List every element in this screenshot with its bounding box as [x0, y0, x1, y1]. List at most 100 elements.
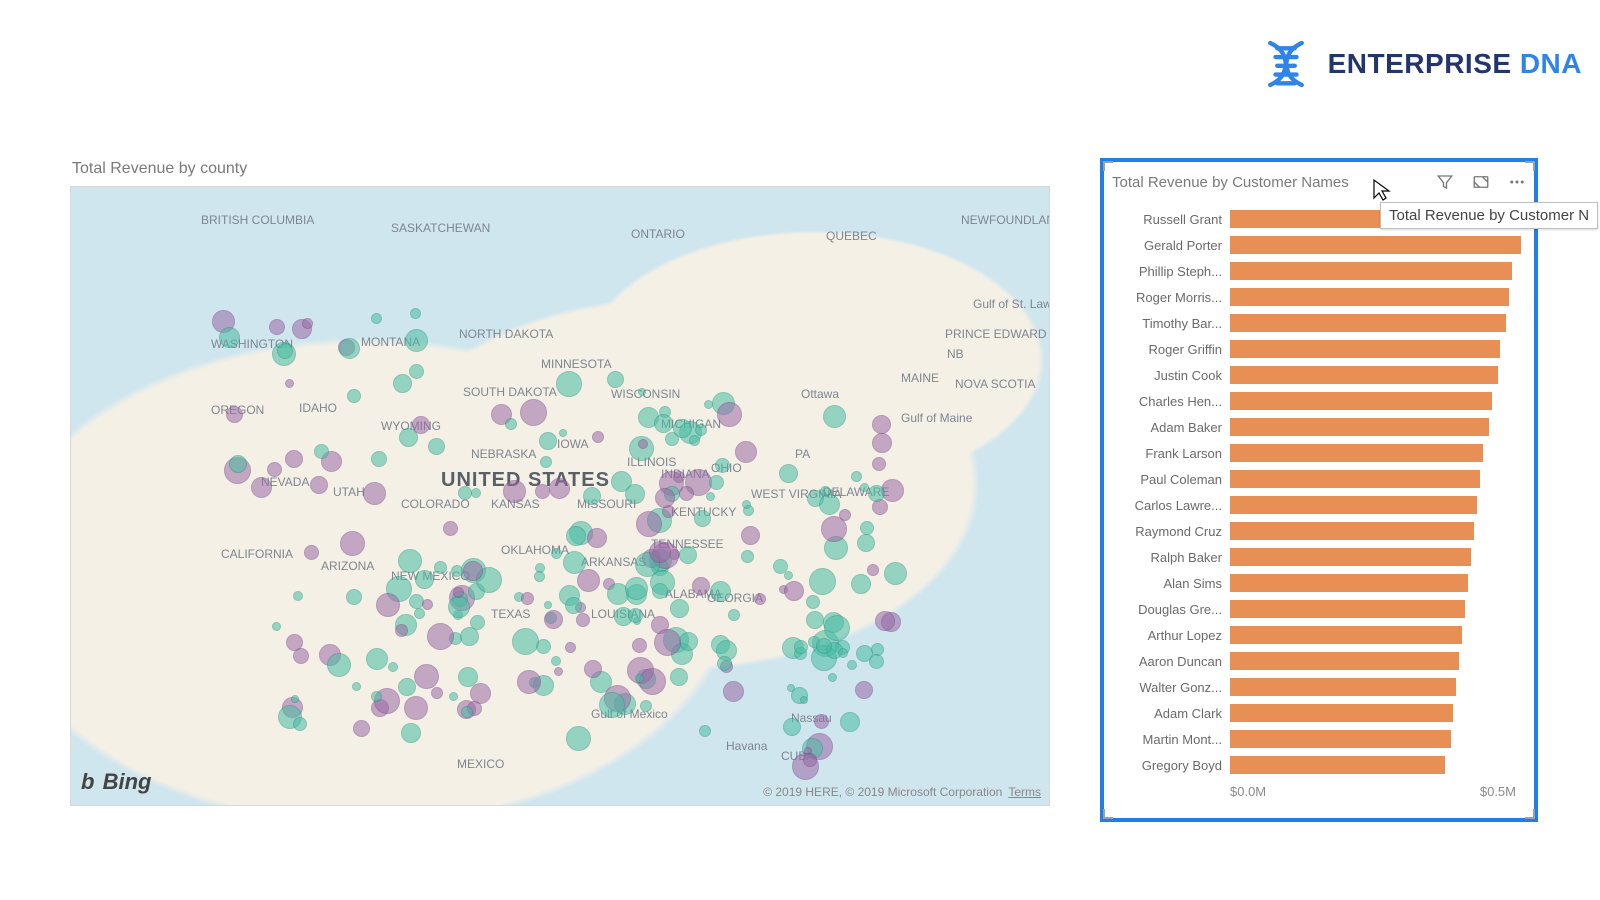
map-bubble[interactable] — [434, 561, 447, 574]
map-bubble[interactable] — [554, 667, 563, 676]
map-bubble[interactable] — [670, 668, 688, 686]
map-bubble[interactable] — [293, 591, 303, 601]
map-bubble[interactable] — [679, 486, 694, 501]
map-bubble[interactable] — [628, 608, 643, 623]
map-bubble[interactable] — [398, 678, 416, 696]
map-bubble[interactable] — [787, 684, 795, 692]
map-bubble[interactable] — [779, 464, 798, 483]
map-bubble[interactable] — [723, 681, 744, 702]
map-bubble[interactable] — [559, 429, 567, 437]
bar-row[interactable]: Ralph Baker — [1114, 544, 1524, 570]
map-bubble[interactable] — [838, 648, 848, 658]
bar-row[interactable]: Douglas Gre... — [1114, 596, 1524, 622]
map-bubble[interactable] — [272, 622, 281, 631]
map-bubble[interactable] — [806, 595, 820, 609]
bar-row[interactable]: Arthur Lopez — [1114, 622, 1524, 648]
map-bubble[interactable] — [824, 615, 850, 641]
map-bubble[interactable] — [540, 456, 552, 468]
map-bubble[interactable] — [872, 433, 892, 453]
bar-row[interactable]: Roger Griffin — [1114, 336, 1524, 362]
map-bubble[interactable] — [366, 648, 388, 670]
map-bubble[interactable] — [649, 541, 671, 563]
more-options-icon[interactable] — [1508, 173, 1526, 191]
focus-mode-icon[interactable] — [1472, 173, 1490, 191]
map-bubble[interactable] — [784, 571, 793, 580]
map-bubble[interactable] — [715, 458, 730, 473]
bar-row[interactable]: Phillip Steph... — [1114, 258, 1524, 284]
map-bubble[interactable] — [534, 571, 545, 582]
bar-chart-visual[interactable]: Total Revenue by Customer Names Russell … — [1100, 158, 1538, 822]
map-bubble[interactable] — [539, 432, 557, 450]
bar-row[interactable]: Justin Cook — [1114, 362, 1524, 388]
map-bubble[interactable] — [584, 660, 602, 678]
map-bubble[interactable] — [393, 374, 412, 393]
map-bubble[interactable] — [652, 583, 668, 599]
map-bubble[interactable] — [587, 528, 607, 548]
map-bubble[interactable] — [717, 656, 732, 671]
map-bubble[interactable] — [735, 441, 757, 463]
map-bubble[interactable] — [327, 653, 351, 677]
map-bubble[interactable] — [409, 364, 424, 379]
map-bubble[interactable] — [277, 343, 293, 359]
map-canvas[interactable]: UNITED STATES BRITISH COLUMBIASASKATCHEW… — [70, 186, 1050, 806]
map-bubble[interactable] — [353, 720, 370, 737]
map-bubble[interactable] — [470, 615, 485, 630]
bar-row[interactable]: Frank Larson — [1114, 440, 1524, 466]
funnel-icon[interactable] — [1436, 173, 1454, 191]
map-bubble[interactable] — [809, 568, 836, 595]
bar-row[interactable]: Paul Coleman — [1114, 466, 1524, 492]
bar-row[interactable]: Raymond Cruz — [1114, 518, 1524, 544]
map-bubble[interactable] — [267, 462, 282, 477]
map-bubble[interactable] — [269, 319, 285, 335]
map-bubble[interactable] — [828, 673, 837, 682]
map-bubble[interactable] — [806, 611, 824, 629]
map-bubble[interactable] — [819, 494, 840, 515]
map-bubble[interactable] — [352, 682, 361, 691]
map-bubble[interactable] — [654, 629, 681, 656]
map-bubble[interactable] — [310, 476, 328, 494]
bar-row[interactable]: Charles Hen... — [1114, 388, 1524, 414]
map-bubble[interactable] — [803, 753, 817, 767]
map-bubble[interactable] — [453, 587, 464, 598]
map-bubble[interactable] — [448, 596, 470, 618]
map-bubble[interactable] — [251, 477, 272, 498]
map-bubble[interactable] — [741, 526, 760, 545]
resize-handle-br[interactable] — [1525, 809, 1535, 819]
map-bubble[interactable] — [839, 509, 851, 521]
map-bubble[interactable] — [679, 546, 697, 564]
map-bubble[interactable] — [857, 534, 875, 552]
map-bubble[interactable] — [347, 389, 361, 403]
map-bubble[interactable] — [404, 696, 428, 720]
map-bubble[interactable] — [388, 662, 398, 672]
bar-row[interactable]: Timothy Bar... — [1114, 310, 1524, 336]
map-bubble[interactable] — [638, 388, 646, 396]
map-bubble[interactable] — [692, 577, 710, 595]
map-bubble[interactable] — [544, 610, 563, 629]
map-bubble[interactable] — [229, 455, 247, 473]
map-bubble[interactable] — [847, 660, 857, 670]
map-bubble[interactable] — [565, 597, 582, 614]
bar-row[interactable]: Adam Baker — [1114, 414, 1524, 440]
map-bubble[interactable] — [599, 692, 625, 718]
map-bubble[interactable] — [512, 628, 539, 655]
map-bubble[interactable] — [632, 638, 647, 653]
map-bubble[interactable] — [422, 599, 433, 610]
map-bubble[interactable] — [665, 432, 679, 446]
bar-row[interactable]: Roger Morris... — [1114, 284, 1524, 310]
bar-row[interactable]: Walter Gonz... — [1114, 674, 1524, 700]
map-bubble[interactable] — [285, 379, 294, 388]
map-bubble[interactable] — [556, 371, 582, 397]
map-bubble[interactable] — [219, 327, 240, 348]
bar-row[interactable]: Carlos Lawre... — [1114, 492, 1524, 518]
map-bubble[interactable] — [639, 668, 666, 695]
map-bubble[interactable] — [699, 725, 711, 737]
map-bubble[interactable] — [293, 648, 309, 664]
map-bubble[interactable] — [314, 444, 329, 459]
terms-link[interactable]: Terms — [1008, 785, 1041, 799]
map-bubble[interactable] — [868, 485, 885, 502]
map-bubble[interactable] — [410, 308, 421, 319]
map-bubble[interactable] — [302, 318, 313, 329]
map-bubble[interactable] — [794, 640, 808, 654]
map-bubble[interactable] — [742, 500, 751, 509]
map-bubble[interactable] — [471, 488, 481, 498]
